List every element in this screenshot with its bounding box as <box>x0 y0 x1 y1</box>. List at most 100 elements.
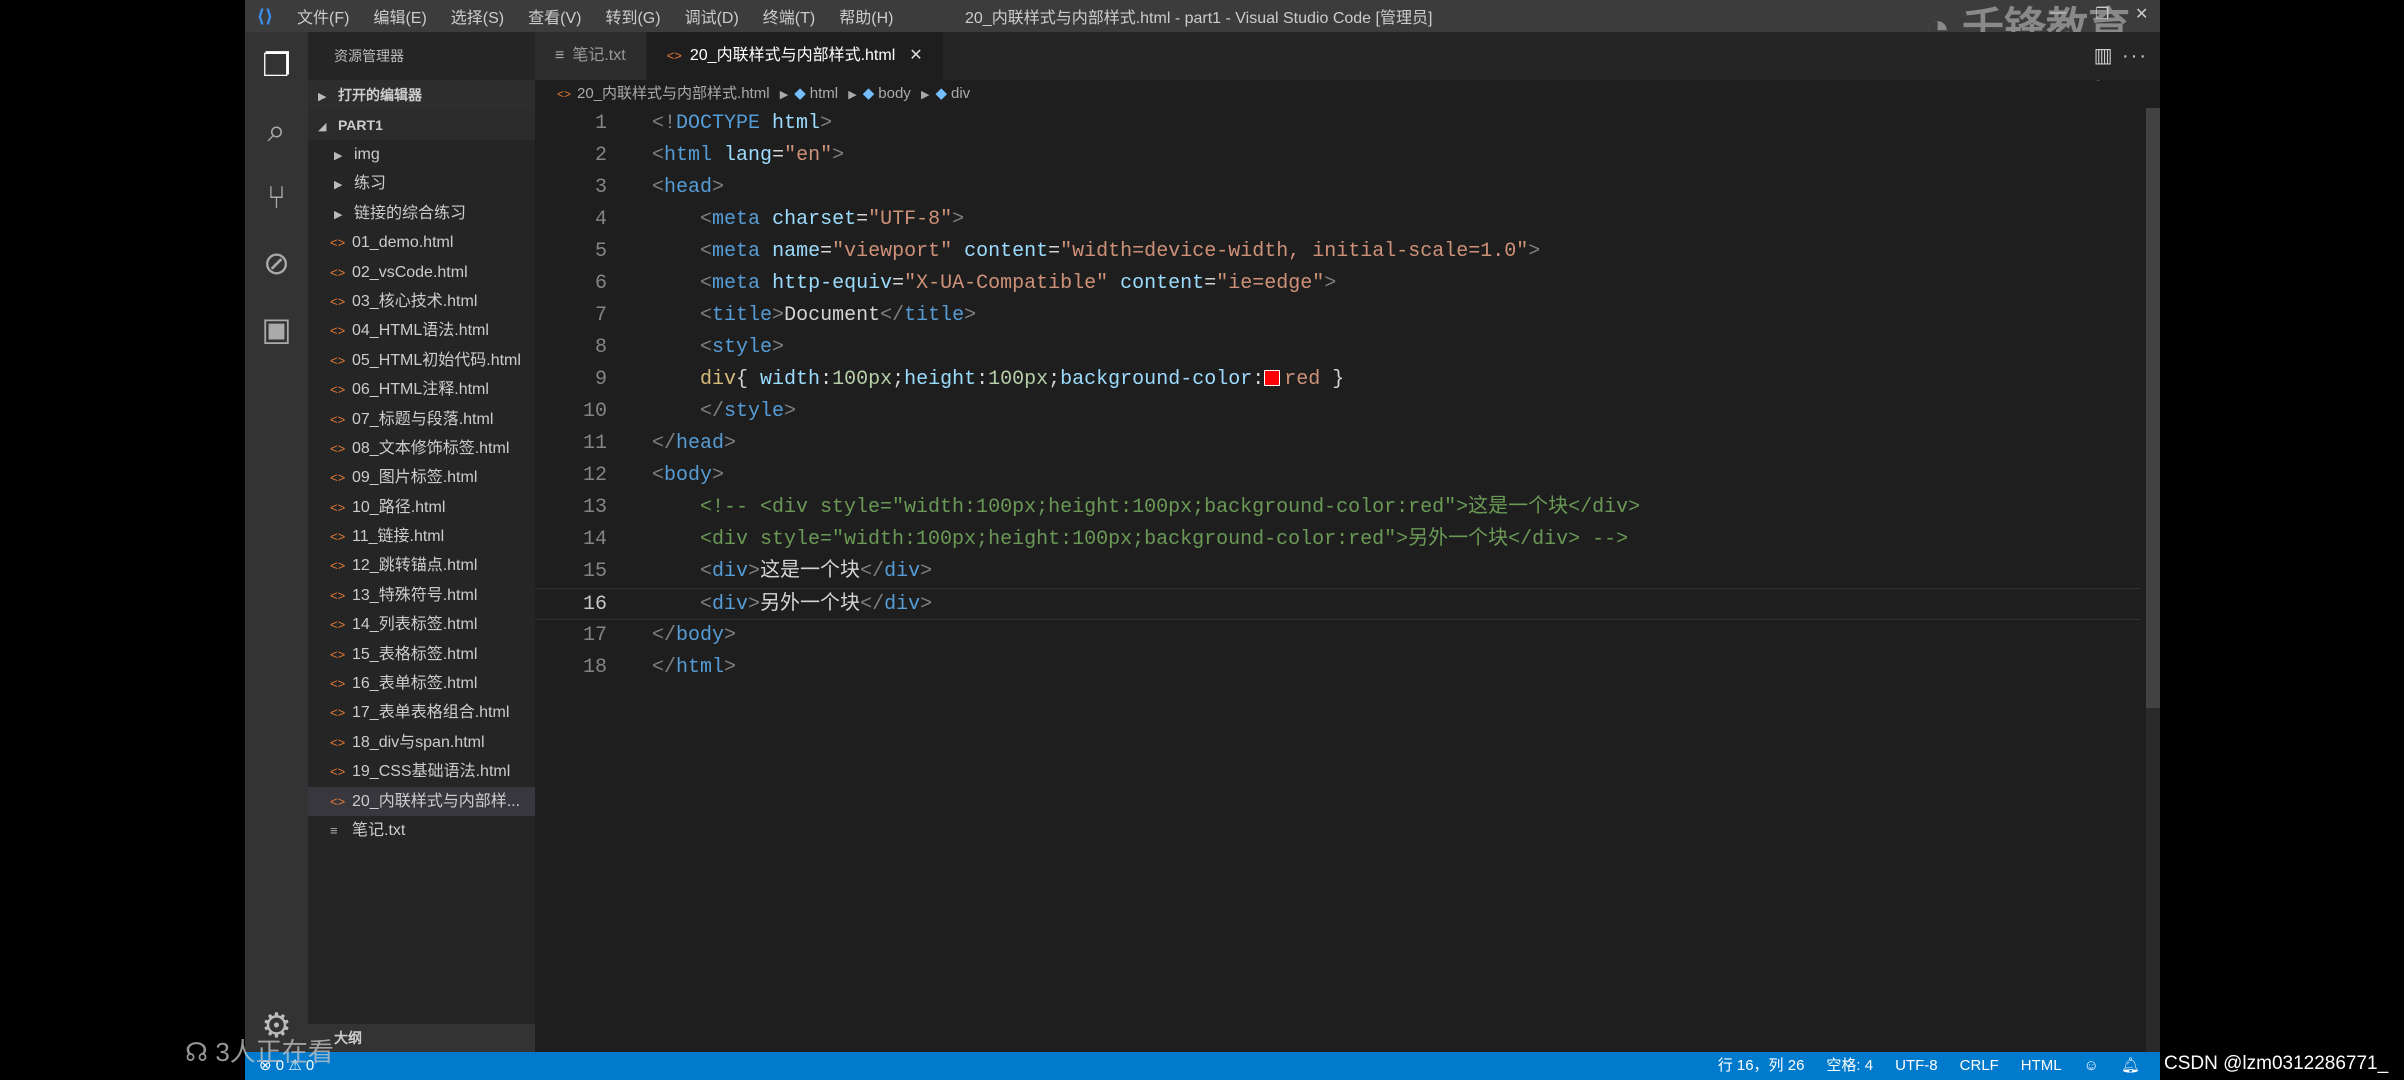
line-number: 7 <box>594 304 607 327</box>
file-item[interactable]: <> 10_路径.html <box>308 493 535 522</box>
indentation[interactable]: 空格: 4 <box>1826 1052 1873 1080</box>
encoding[interactable]: UTF-8 <box>1895 1052 1938 1080</box>
code-line[interactable]: 15 <div>这是一个块</div> <box>535 556 2140 588</box>
open-editors-section[interactable]: ▶ 打开的编辑器 <box>308 80 535 110</box>
file-item[interactable]: <> 20_内联样式与内部样... <box>308 786 535 816</box>
tab-html-file[interactable]: <> 20_内联样式与内部样式.html ✕ <box>646 32 944 80</box>
code-line[interactable]: 2 <html lang="en"> <box>535 140 2140 172</box>
code-line[interactable]: 7 <title>Document</title> <box>535 300 2140 332</box>
editor-scrollbar[interactable] <box>2146 108 2160 1052</box>
outline-label: 大纲 <box>334 1030 362 1046</box>
tab-notes-txt[interactable]: ≡ 笔记.txt <box>535 32 647 80</box>
code-line[interactable]: 6 <meta http-equiv="X-UA-Compatible" con… <box>535 268 2140 300</box>
file-item[interactable]: <> 11_链接.html <box>308 522 535 551</box>
folder-item[interactable]: ▶ img <box>308 140 535 169</box>
file-item[interactable]: <> 13_特殊符号.html <box>308 581 535 610</box>
code-line[interactable]: 17 </body> <box>535 620 2140 652</box>
menu-item[interactable]: 调试(D) <box>673 10 751 27</box>
element-icon: ◆ <box>862 85 875 102</box>
file-item[interactable]: <> 01_demo.html <box>308 228 535 257</box>
code-line[interactable]: 8 <style> <box>535 332 2140 364</box>
activity-bar: ❐ ⌕ ⑂ ⊘ ▣ ⚙ <box>245 32 308 1052</box>
file-item[interactable]: <> 17_表单表格组合.html <box>308 698 535 727</box>
folder-item[interactable]: ▶ 链接的综合练习 <box>308 199 535 228</box>
code-line[interactable]: 3 <head> <box>535 172 2140 204</box>
close-tab-icon[interactable]: ✕ <box>909 47 922 64</box>
code-line[interactable]: 10 </style> <box>535 396 2140 428</box>
file-label: 14_列表标签.html <box>352 616 478 634</box>
file-item[interactable]: <> 16_表单标签.html <box>308 669 535 698</box>
html-file-icon: <> <box>557 87 572 101</box>
file-item[interactable]: ≡ 笔记.txt <box>308 816 535 845</box>
code-line[interactable]: 16 <div>另外一个块</div> <box>535 588 2140 620</box>
folder-label: PART1 <box>338 117 383 133</box>
menu-item[interactable]: 文件(F) <box>285 10 361 27</box>
code-line[interactable]: 4 <meta charset="UTF-8"> <box>535 204 2140 236</box>
file-item[interactable]: <> 03_核心技术.html <box>308 287 535 316</box>
html-file-icon: <> <box>330 382 346 398</box>
menu-item[interactable]: 终端(T) <box>751 10 827 27</box>
code-token: </ <box>652 624 677 647</box>
color-swatch-icon[interactable] <box>1264 370 1281 386</box>
menu-item[interactable]: 选择(S) <box>439 10 516 27</box>
file-item[interactable]: <> 07_标题与段落.html <box>308 405 535 434</box>
language-mode[interactable]: HTML <box>2021 1052 2062 1080</box>
code-line[interactable]: 18 </html> <box>535 652 2140 684</box>
code-editor[interactable]: 1 <!DOCTYPE html> 2 <html lang="en"> 3 <head>… <box>535 108 2140 684</box>
file-item[interactable]: <> 12_跳转锚点.html <box>308 551 535 580</box>
menu-item[interactable]: 帮助(H) <box>827 10 905 27</box>
code-token: style <box>724 400 785 423</box>
close-window-icon[interactable]: ✕ <box>2135 4 2148 24</box>
search-icon[interactable]: ⌕ <box>245 98 308 164</box>
extensions-icon[interactable]: ▣ <box>245 296 308 362</box>
menu-item[interactable]: 查看(V) <box>516 10 593 27</box>
file-item[interactable]: <> 15_表格标签.html <box>308 640 535 669</box>
code-line[interactable]: 12 <body> <box>535 460 2140 492</box>
file-item[interactable]: <> 08_文本修饰标签.html <box>308 434 535 463</box>
line-ending[interactable]: CRLF <box>1960 1052 1999 1080</box>
scrollbar-thumb[interactable] <box>2146 108 2160 708</box>
debug-icon[interactable]: ⊘ <box>245 230 308 296</box>
html-file-icon: <> <box>330 352 346 368</box>
source-control-icon[interactable]: ⑂ <box>245 164 308 230</box>
line-number: 8 <box>594 336 607 359</box>
breadcrumb-html[interactable]: html <box>810 85 838 102</box>
file-item[interactable]: <> 02_vsCode.html <box>308 258 535 287</box>
code-token: = <box>772 144 785 167</box>
file-item[interactable]: <> 04_HTML语法.html <box>308 316 535 345</box>
file-item[interactable]: <> 09_图片标签.html <box>308 463 535 492</box>
line-number: 12 <box>582 464 607 487</box>
code-token: "ie=edge" <box>1216 272 1325 295</box>
folder-item[interactable]: ▶ 练习 <box>308 169 535 198</box>
code-line[interactable]: 1 <!DOCTYPE html> <box>535 108 2140 140</box>
breadcrumb-div[interactable]: div <box>951 85 970 102</box>
menu-item[interactable]: 转到(G) <box>593 10 672 27</box>
code-line[interactable]: 9 div{ width:100px;height:100px;backgrou… <box>535 364 2140 396</box>
code-token: http-equiv <box>772 272 893 295</box>
menu-item[interactable]: 编辑(E) <box>361 10 438 27</box>
file-item[interactable]: <> 06_HTML注释.html <box>308 375 535 404</box>
file-item[interactable]: <> 05_HTML初始代码.html <box>308 346 535 375</box>
file-item[interactable]: <> 19_CSS基础语法.html <box>308 757 535 786</box>
code-line[interactable]: 14 <div style="width:100px;height:100px;… <box>535 524 2140 556</box>
code-token: head <box>676 432 725 455</box>
folder-part1[interactable]: ◢ PART1 <box>308 110 535 140</box>
file-label: 02_vsCode.html <box>352 263 468 281</box>
file-item[interactable]: <> 14_列表标签.html <box>308 610 535 639</box>
code-line[interactable]: 5 <meta name="viewport" content="width=d… <box>535 236 2140 268</box>
code-token: = <box>1048 240 1061 263</box>
cursor-position[interactable]: 行 16，列 26 <box>1718 1052 1805 1080</box>
smiley-feedback-icon[interactable]: ☺ <box>2084 1052 2099 1080</box>
code-line[interactable]: 11 </head> <box>535 428 2140 460</box>
breadcrumb-file[interactable]: 20_内联样式与内部样式.html <box>577 85 770 102</box>
file-item[interactable]: <> 18_div与span.html <box>308 728 535 757</box>
html-file-icon: <> <box>330 264 346 280</box>
code-line[interactable]: 13 <!-- <div style="width:100px;height:1… <box>535 492 2140 524</box>
breadcrumb-body[interactable]: body <box>878 85 911 102</box>
outline-section[interactable]: 大纲 <box>308 1024 535 1052</box>
line-number: 10 <box>582 400 607 423</box>
more-actions-icon[interactable]: ▥ ··· <box>2094 32 2148 80</box>
bell-notification-icon[interactable]: 🔔︎ <box>2121 1052 2140 1080</box>
explorer-icon[interactable]: ❐ <box>245 32 308 98</box>
